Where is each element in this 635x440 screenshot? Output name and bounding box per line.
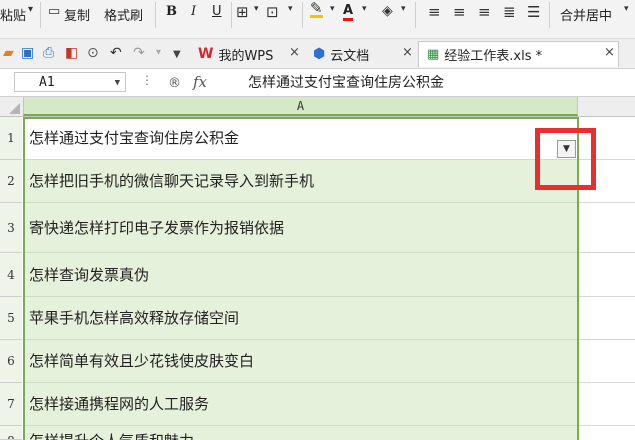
export-pdf-icon[interactable]: ◧ [65,45,78,61]
column-header-a[interactable]: A [23,97,578,116]
cell-b2[interactable] [578,160,635,203]
align-center-icon[interactable]: ≡ [453,3,466,21]
tab-bar: ▰ ▣ ⎙ ◧ ⊙ ↶ ↷ ▾ ▼ W 我的WPS × ⬢ 云文档 × ▦ 经验… [0,39,635,69]
cell-b1[interactable] [578,117,635,160]
justify-icon[interactable]: ☰ [527,3,540,21]
dropdown-arrow-icon: ▼ [563,144,570,154]
cell-a2[interactable]: 怎样把旧手机的微信聊天记录导入到新手机 [23,160,578,203]
ribbon-toolbar: 粘贴 ▾ ▭ 复制 格式刷 B I U ⊞ ▾ ⊡ ▾ ✎ ▾ A ▾ ◈ ▾ … [0,0,635,39]
validation-dropdown-button[interactable]: ▼ [557,140,576,158]
cell-a8[interactable]: 怎样提升个人气质和魅力 [23,426,578,440]
insert-function-button[interactable]: fx [193,73,207,91]
tab-my-wps[interactable]: W 我的WPS [198,41,273,67]
name-box[interactable]: A1 ▼ [14,72,126,92]
quick-access-dropdown-icon[interactable]: ▼ [173,47,181,63]
merge-center-button[interactable]: 合并居中 [560,5,612,24]
open-folder-icon[interactable]: ▰ [3,45,14,61]
font-color-button[interactable]: A [343,4,354,21]
border-dropdown-icon[interactable]: ▾ [254,4,259,14]
row-header[interactable]: 4 [0,253,22,297]
print-icon[interactable]: ⎙ [43,45,54,61]
redo-dropdown-icon[interactable]: ▾ [156,45,161,61]
cell-a7[interactable]: 怎样接通携程网的人工服务 [23,383,578,426]
copy-icon: ▭ [48,4,61,19]
formula-tools: ® fx [168,73,207,91]
row-header[interactable]: 2 [0,160,22,203]
print-preview-icon[interactable]: ⊙ [87,45,99,61]
cell-b8[interactable] [578,426,635,440]
cell-b3[interactable] [578,203,635,253]
italic-button[interactable]: I [191,4,196,19]
border-icon[interactable]: ⊞ [236,3,249,21]
select-all-triangle-icon [9,103,20,114]
ribbon-divider [231,2,232,28]
row-header[interactable]: 7 [0,383,22,426]
ribbon-divider [302,2,303,28]
ribbon-divider [549,2,550,28]
row-header[interactable]: 3 [0,203,22,253]
tab-workbook[interactable]: ▦ 经验工作表.xls * [418,41,619,67]
zoom-search-icon[interactable]: ® [168,76,181,91]
formula-bar-separator-icon: ⋮ [141,73,153,87]
align-right-icon[interactable]: ≡ [478,3,491,21]
close-tab-workbook-icon[interactable]: × [604,45,615,60]
save-icon[interactable]: ▣ [21,45,34,61]
tab-label: 我的WPS [218,48,274,64]
format-brush-button[interactable]: 格式刷 [104,5,143,24]
wps-icon: W [198,46,214,62]
name-box-dropdown-icon[interactable]: ▼ [115,73,120,93]
row-header[interactable]: 6 [0,340,22,383]
cell-reference: A1 [39,75,55,90]
cell-a5[interactable]: 苹果手机怎样高效释放存储空间 [23,297,578,340]
redo-icon[interactable]: ↷ [133,45,145,61]
tab-cloud-docs[interactable]: ⬢ 云文档 [313,41,369,67]
highlight-color-icon[interactable]: ✎ [310,1,323,18]
cell-a4[interactable]: 怎样查询发票真伪 [23,253,578,297]
undo-icon[interactable]: ↶ [110,45,122,61]
cell-a6[interactable]: 怎样简单有效且少花钱使皮肤变白 [23,340,578,383]
close-tab-my-wps-icon[interactable]: × [289,45,300,60]
cell-b5[interactable] [578,297,635,340]
row-header[interactable]: 5 [0,297,22,340]
font-color-dropdown-icon[interactable]: ▾ [362,4,367,14]
bold-button[interactable]: B [166,4,177,19]
row-header[interactable]: 1 [0,117,22,160]
column-header-row: A [0,97,635,117]
spreadsheet-icon: ▦ [427,47,440,62]
clear-format-icon[interactable]: ◈ [382,3,393,19]
cell-b4[interactable] [578,253,635,297]
paste-button[interactable]: 粘贴 [0,5,26,24]
underline-button[interactable]: U [212,4,222,19]
close-tab-cloud-docs-icon[interactable]: × [402,45,413,60]
paste-dropdown-icon[interactable]: ▾ [28,4,33,15]
cell-b6[interactable] [578,340,635,383]
formula-input[interactable]: 怎样通过支付宝查询住房公积金 [248,72,444,92]
clear-dropdown-icon[interactable]: ▾ [401,4,406,14]
cell-a3[interactable]: 寄快递怎样打印电子发票作为报销依据 [23,203,578,253]
fill-border-icon[interactable]: ⊡ [266,3,279,21]
cell-a1[interactable]: 怎样通过支付宝查询住房公积金 [23,117,578,160]
select-all-corner[interactable] [0,97,22,116]
highlight-dropdown-icon[interactable]: ▾ [330,4,335,14]
column-header-b[interactable] [578,97,635,116]
tab-label: 云文档 [330,48,370,64]
copy-button[interactable]: 复制 [64,5,90,24]
ribbon-divider [415,2,416,28]
ribbon-divider [155,2,156,28]
cloud-doc-icon: ⬢ [313,46,326,62]
fill-dropdown-icon[interactable]: ▾ [288,4,293,14]
merge-dropdown-icon[interactable]: ▾ [624,4,629,14]
row-header[interactable]: 8 [0,426,22,440]
tab-label: 经验工作表.xls * [444,49,543,64]
distributed-align-icon[interactable]: ≣ [503,3,516,21]
cell-b7[interactable] [578,383,635,426]
align-left-icon[interactable]: ≡ [428,3,441,21]
ribbon-divider [40,2,41,28]
formula-bar: A1 ▼ ⋮ ® fx 怎样通过支付宝查询住房公积金 [0,69,635,97]
